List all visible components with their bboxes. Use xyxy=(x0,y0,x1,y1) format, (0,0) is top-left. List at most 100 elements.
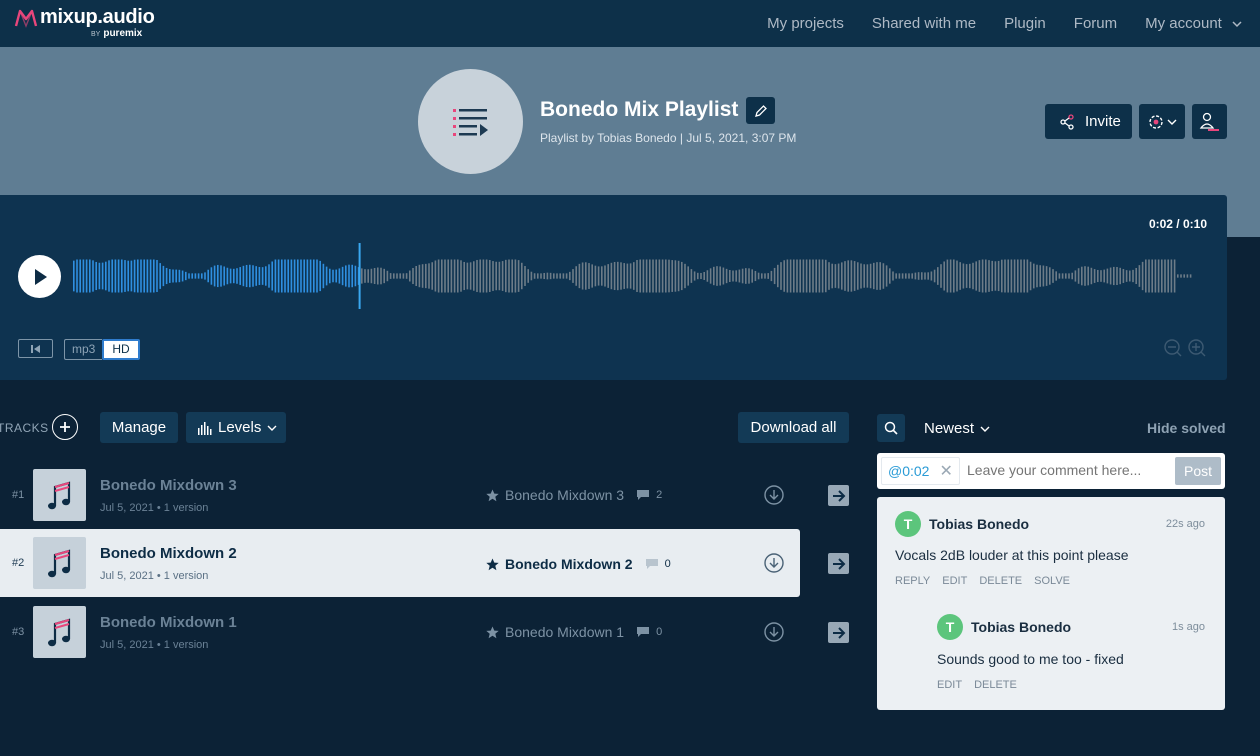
nav-shared-with-me[interactable]: Shared with me xyxy=(872,15,976,32)
waveform-bar xyxy=(981,259,984,293)
waveform-bar xyxy=(924,272,926,280)
nav-my-account[interactable]: My account xyxy=(1145,15,1242,32)
waveform-bar xyxy=(297,259,299,293)
waveform-bar xyxy=(1157,259,1160,293)
chevron-down-icon xyxy=(267,425,277,431)
edit-title-button[interactable] xyxy=(746,97,775,124)
open-track-button[interactable] xyxy=(828,622,849,643)
settings-menu-button[interactable] xyxy=(1139,104,1185,139)
waveform-bar xyxy=(149,259,152,293)
open-track-button[interactable] xyxy=(828,553,849,574)
track-row[interactable]: #3 Bonedo Mixdown 1 Jul 5, 2021 • 1 vers… xyxy=(0,598,800,666)
download-track-icon[interactable] xyxy=(764,622,784,642)
delete-link[interactable]: DELETE xyxy=(979,575,1022,587)
comment-author: Tobias Bonedo xyxy=(971,619,1072,635)
waveform-bar xyxy=(463,261,465,291)
waveform-bar xyxy=(1186,274,1189,278)
manage-button[interactable]: Manage xyxy=(100,412,178,443)
waveform-bar xyxy=(1017,259,1019,293)
waveform-bar xyxy=(274,259,277,293)
comment-count: 2 xyxy=(656,489,663,501)
waveform-bar xyxy=(281,259,283,293)
playlist-title: Bonedo Mix Playlist xyxy=(540,98,739,121)
playlist-cover xyxy=(418,69,523,174)
zoom-in-icon[interactable] xyxy=(1187,338,1207,358)
reply-link[interactable]: REPLY xyxy=(895,575,930,587)
waveform-bar xyxy=(597,266,600,286)
waveform[interactable] xyxy=(73,243,1193,309)
invite-button[interactable]: Invite xyxy=(1045,104,1132,139)
waveform-bar xyxy=(930,271,933,281)
search-comments-button[interactable] xyxy=(877,414,905,442)
waveform-bar xyxy=(114,259,117,293)
sort-dropdown[interactable]: Newest xyxy=(924,420,990,437)
track-name[interactable]: Bonedo Mixdown 1 xyxy=(100,614,237,631)
mixup-logo-icon xyxy=(14,9,38,28)
timestamp-chip: @0:02 ✕ xyxy=(881,457,960,485)
waveform-bar xyxy=(1093,269,1096,283)
comment-input[interactable] xyxy=(967,462,1167,478)
download-track-icon[interactable] xyxy=(764,485,784,505)
edit-link[interactable]: EDIT xyxy=(937,679,962,691)
waveform-bar xyxy=(837,263,840,289)
waveform-bar xyxy=(1061,273,1064,279)
waveform-bar xyxy=(553,273,555,279)
waveform-bar xyxy=(761,273,763,279)
download-all-button[interactable]: Download all xyxy=(738,412,849,443)
zoom-out-icon[interactable] xyxy=(1163,338,1183,358)
waveform-bar xyxy=(1164,259,1166,293)
waveform-bar xyxy=(690,269,693,283)
download-track-icon[interactable] xyxy=(764,553,784,573)
waveform-bar xyxy=(197,273,200,279)
add-track-button[interactable] xyxy=(52,414,78,440)
waveform-bar xyxy=(549,272,552,280)
levels-button[interactable]: Levels xyxy=(186,412,286,443)
waveform-bar xyxy=(1033,263,1035,289)
waveform-bar xyxy=(543,272,545,280)
waveform-bar xyxy=(1173,259,1176,293)
play-button[interactable] xyxy=(18,255,61,298)
track-row[interactable]: #1 Bonedo Mixdown 3 Jul 5, 2021 • 1 vers… xyxy=(0,461,800,529)
waveform-bar xyxy=(607,264,609,288)
nav-my-projects[interactable]: My projects xyxy=(767,15,844,32)
waveform-bar xyxy=(921,272,923,280)
nav-plugin[interactable]: Plugin xyxy=(1004,15,1046,32)
waveform-bar xyxy=(914,272,917,280)
waveform-bar xyxy=(860,263,862,289)
plus-icon xyxy=(60,422,70,432)
waveform-bar xyxy=(133,259,136,293)
waveform-bar xyxy=(645,259,648,293)
delete-link[interactable]: DELETE xyxy=(974,679,1017,691)
solve-link[interactable]: SOLVE xyxy=(1034,575,1070,587)
remove-timestamp-icon[interactable]: ✕ xyxy=(939,461,952,481)
track-row[interactable]: #2 Bonedo Mixdown 2 Jul 5, 2021 • 1 vers… xyxy=(0,529,800,597)
waveform-bar xyxy=(684,263,686,289)
waveform-bar xyxy=(831,263,833,289)
track-name[interactable]: Bonedo Mixdown 3 xyxy=(100,477,237,494)
playhead[interactable] xyxy=(358,243,361,309)
waveform-bar xyxy=(1087,266,1089,286)
waveform-bar xyxy=(671,260,673,292)
waveform-bar xyxy=(655,259,657,293)
track-name[interactable]: Bonedo Mixdown 2 xyxy=(100,545,237,562)
waveform-bar xyxy=(329,268,331,284)
waveform-bar xyxy=(498,261,501,291)
format-hd-button[interactable]: HD xyxy=(102,339,140,360)
edit-link[interactable]: EDIT xyxy=(942,575,967,587)
waveform-bar xyxy=(415,265,417,287)
skip-to-start-button[interactable] xyxy=(18,339,53,358)
hide-solved-toggle[interactable]: Hide solved xyxy=(1147,420,1226,436)
waveform-bar xyxy=(165,267,168,285)
waveform-bar xyxy=(978,260,981,292)
format-mp3-button[interactable]: mp3 xyxy=(64,339,103,360)
comment-thread: T Tobias Bonedo 22s ago Vocals 2dB loude… xyxy=(877,497,1225,710)
waveform-bar xyxy=(370,268,373,284)
waveform-bar xyxy=(569,271,571,281)
waveform-bar xyxy=(857,262,859,290)
post-button[interactable]: Post xyxy=(1175,457,1221,485)
waveform-bar xyxy=(188,273,190,279)
user-profile-button[interactable] xyxy=(1192,104,1227,139)
open-track-button[interactable] xyxy=(828,485,849,506)
waveform-bar xyxy=(1132,269,1134,283)
nav-forum[interactable]: Forum xyxy=(1074,15,1117,32)
